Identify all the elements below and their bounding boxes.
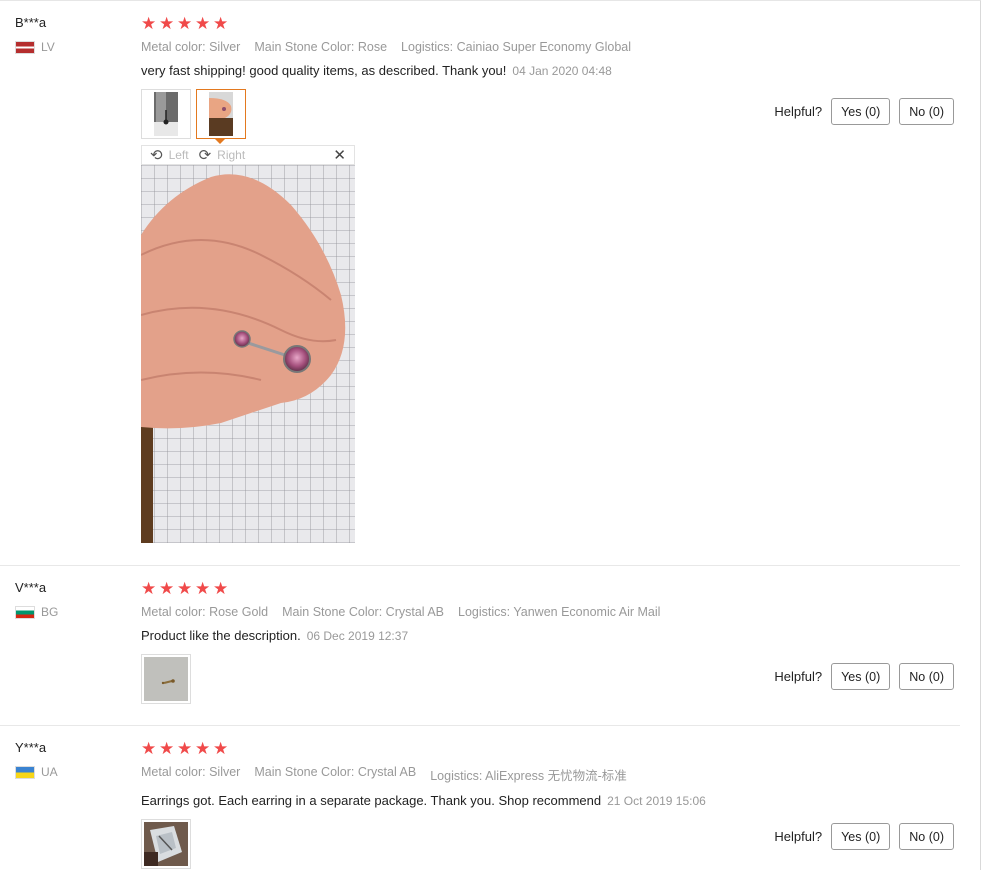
review-text: Product like the description. xyxy=(141,628,301,643)
review-list: B***a LV ★ ★ ★ ★ ★ Metal color: Silver M… xyxy=(0,0,981,870)
star-icon: ★ xyxy=(213,579,229,598)
star-icon: ★ xyxy=(159,14,175,33)
review-item: V***a BG ★ ★ ★ ★ ★ Metal color: Rose Gol… xyxy=(0,566,960,726)
review-item: Y***a UA ★ ★ ★ ★ ★ Metal color: Silver M… xyxy=(0,726,960,871)
rotate-left-label[interactable]: Left xyxy=(169,148,189,162)
country-code: LV xyxy=(41,40,55,54)
star-icon: ★ xyxy=(141,579,157,598)
helpful-votes: Helpful? Yes (0) No (0) xyxy=(774,98,954,125)
review-text-row: very fast shipping! good quality items, … xyxy=(141,63,951,78)
stone-color: Main Stone Color: Crystal AB xyxy=(254,765,417,779)
star-rating: ★ ★ ★ ★ ★ xyxy=(141,15,951,33)
hand-photo-thumb-icon xyxy=(209,92,233,136)
helpful-votes: Helpful? Yes (0) No (0) xyxy=(774,823,954,850)
helpful-no-button[interactable]: No (0) xyxy=(899,663,954,690)
earring-photo-thumb-icon xyxy=(154,92,178,136)
latvia-flag-icon xyxy=(15,40,35,54)
reviewer-info: B***a LV xyxy=(15,15,55,54)
star-icon: ★ xyxy=(141,14,157,33)
reviewer-country: LV xyxy=(15,40,55,54)
earring-photo-thumb-icon xyxy=(144,657,188,701)
helpful-yes-button[interactable]: Yes (0) xyxy=(831,823,891,850)
review-date: 21 Oct 2019 15:06 xyxy=(607,794,706,808)
star-rating: ★ ★ ★ ★ ★ xyxy=(141,580,951,598)
star-icon: ★ xyxy=(159,739,175,758)
photo-thumbnail[interactable] xyxy=(141,819,191,869)
star-icon: ★ xyxy=(195,579,211,598)
helpful-no-button[interactable]: No (0) xyxy=(899,98,954,125)
star-icon: ★ xyxy=(195,14,211,33)
helpful-votes: Helpful? Yes (0) No (0) xyxy=(774,663,954,690)
helpful-yes-button[interactable]: Yes (0) xyxy=(831,663,891,690)
image-viewer: ⟲ Left ⟳ Right ✕ xyxy=(141,145,355,543)
stone-color: Main Stone Color: Rose xyxy=(254,40,388,54)
rotate-right-icon[interactable]: ⟳ xyxy=(199,148,212,163)
review-text: very fast shipping! good quality items, … xyxy=(141,63,507,78)
review-item: B***a LV ★ ★ ★ ★ ★ Metal color: Silver M… xyxy=(0,1,960,566)
star-icon: ★ xyxy=(177,579,193,598)
reviewer-info: V***a BG xyxy=(15,580,58,619)
metal-color: Metal color: Silver xyxy=(141,40,241,54)
package-photo-thumb-icon xyxy=(144,822,188,866)
review-date: 04 Jan 2020 04:48 xyxy=(512,64,612,78)
review-photo-large xyxy=(141,165,355,543)
reviewer-country: UA xyxy=(15,765,58,779)
star-icon: ★ xyxy=(177,14,193,33)
rotate-left-icon[interactable]: ⟲ xyxy=(150,148,163,163)
reviewer-name: V***a xyxy=(15,580,47,595)
logistics: Logistics: Yanwen Economic Air Mail xyxy=(458,605,661,619)
helpful-label: Helpful? xyxy=(774,669,823,684)
star-icon: ★ xyxy=(213,14,229,33)
product-attributes: Metal color: Rose Gold Main Stone Color:… xyxy=(141,605,951,619)
review-content: ★ ★ ★ ★ ★ Metal color: Silver Main Stone… xyxy=(141,15,951,543)
review-text-row: Earrings got. Each earring in a separate… xyxy=(141,793,951,808)
helpful-label: Helpful? xyxy=(774,104,823,119)
review-text-row: Product like the description. 06 Dec 2019… xyxy=(141,628,951,643)
star-icon: ★ xyxy=(213,739,229,758)
star-icon: ★ xyxy=(159,579,175,598)
metal-color: Metal color: Rose Gold xyxy=(141,605,269,619)
stone-color: Main Stone Color: Crystal AB xyxy=(282,605,445,619)
review-text: Earrings got. Each earring in a separate… xyxy=(141,793,602,808)
reviewer-name: B***a xyxy=(15,15,47,30)
photo-thumbnail[interactable] xyxy=(141,654,191,704)
ukraine-flag-icon xyxy=(15,765,35,779)
helpful-label: Helpful? xyxy=(774,829,823,844)
star-rating: ★ ★ ★ ★ ★ xyxy=(141,740,951,758)
product-attributes: Metal color: Silver Main Stone Color: Cr… xyxy=(141,765,951,784)
review-date: 06 Dec 2019 12:37 xyxy=(306,629,409,643)
helpful-yes-button[interactable]: Yes (0) xyxy=(831,98,891,125)
reviewer-name: Y***a xyxy=(15,740,47,755)
logistics: Logistics: AliExpress 无忧物流-标准 xyxy=(430,769,627,783)
photo-thumbnail-active[interactable] xyxy=(196,89,246,144)
helpful-no-button[interactable]: No (0) xyxy=(899,823,954,850)
country-code: BG xyxy=(41,605,59,619)
star-icon: ★ xyxy=(177,739,193,758)
reviewer-country: BG xyxy=(15,605,58,619)
close-icon[interactable]: ✕ xyxy=(333,146,346,164)
photo-thumbnail[interactable] xyxy=(141,89,191,139)
star-icon: ★ xyxy=(195,739,211,758)
bulgaria-flag-icon xyxy=(15,605,35,619)
country-code: UA xyxy=(41,765,58,779)
product-attributes: Metal color: Silver Main Stone Color: Ro… xyxy=(141,40,951,54)
metal-color: Metal color: Silver xyxy=(141,765,241,779)
rotate-right-label[interactable]: Right xyxy=(217,148,245,162)
viewer-toolbar: ⟲ Left ⟳ Right ✕ xyxy=(141,145,355,165)
logistics: Logistics: Cainiao Super Economy Global xyxy=(401,40,632,54)
star-icon: ★ xyxy=(141,739,157,758)
reviewer-info: Y***a UA xyxy=(15,740,58,779)
